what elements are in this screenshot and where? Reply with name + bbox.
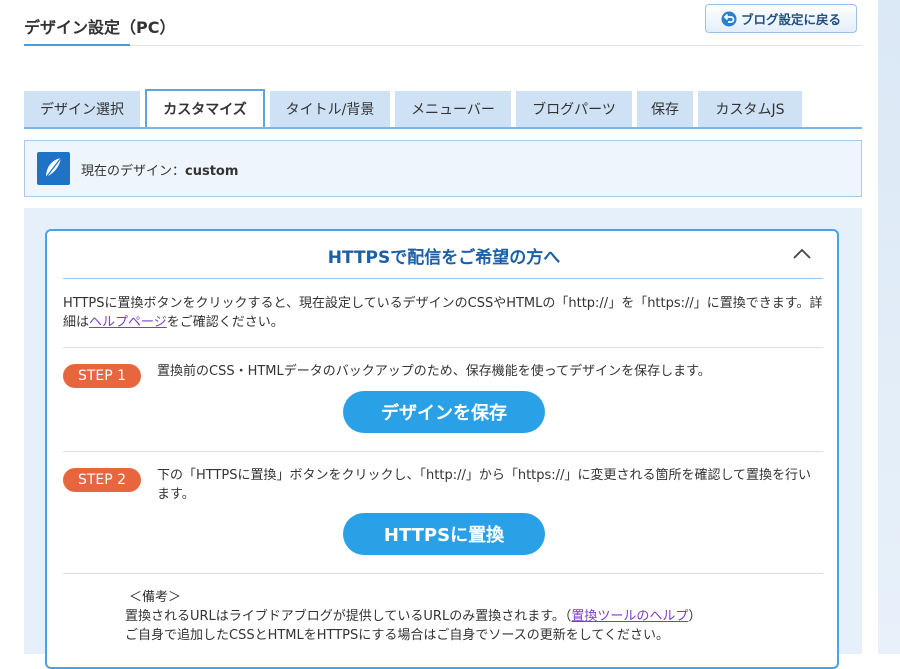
tab-save[interactable]: 保存 — [637, 91, 693, 127]
intro-part2: をご確認ください。 — [166, 315, 284, 330]
note-divider — [63, 573, 823, 574]
page-title: デザイン設定（PC） — [24, 18, 176, 37]
https-card: HTTPSで配信をご希望の方へ HTTPSに置換ボタンをクリックすると、現在設定… — [45, 229, 839, 669]
https-intro-text: HTTPSに置換ボタンをクリックすると、現在設定しているデザインのCSSやHTM… — [63, 294, 823, 332]
tab-menubar[interactable]: メニューバー — [395, 91, 511, 127]
tab-design-select[interactable]: デザイン選択 — [24, 91, 140, 127]
back-button-label: ブログ設定に戻る — [740, 12, 841, 27]
title-accent-line — [24, 44, 130, 46]
collapse-chevron-icon[interactable] — [791, 245, 813, 263]
tab-blog-parts[interactable]: ブログパーツ — [516, 91, 632, 127]
current-design-label: 現在のデザイン： — [81, 164, 186, 179]
note-line1-end: ） — [688, 609, 702, 624]
note-line-1: 置換されるURLはライブドアブログが提供しているURLのみ置換されます。（置換ツ… — [125, 605, 701, 624]
current-design-text: 現在のデザイン：custom — [81, 160, 238, 179]
tab-custom-js[interactable]: カスタムJS — [698, 91, 802, 127]
current-design-value: custom — [185, 164, 239, 179]
back-to-blog-settings-button[interactable]: ブログ設定に戻る — [705, 4, 857, 33]
note-heading: ＜備考＞ — [129, 590, 182, 605]
replace-https-button[interactable]: HTTPSに置換 — [343, 513, 545, 555]
note-line1-text: 置換されるURLはライブドアブログが提供しているURLのみ置換されます。（ — [125, 609, 572, 624]
save-design-button[interactable]: デザインを保存 — [343, 391, 545, 433]
card-title-divider — [63, 278, 823, 279]
current-design-box: 現在のデザイン：custom — [24, 140, 862, 197]
step1-text: 置換前のCSS・HTMLデータのバックアップのため、保存機能を使ってデザインを保… — [157, 364, 711, 379]
right-edge-strip — [878, 0, 900, 654]
tab-customize[interactable]: カスタマイズ — [145, 89, 265, 127]
help-page-link[interactable]: ヘルプページ — [89, 315, 167, 330]
return-arrow-icon — [721, 11, 737, 26]
replace-tool-help-link[interactable]: 置換ツールのヘルプ — [571, 609, 688, 624]
title-divider — [24, 45, 862, 46]
step2-divider — [63, 451, 823, 452]
note-line-2: ご自身で追加したCSSとHTMLをHTTPSにする場合はご自身でソースの更新をし… — [125, 628, 669, 643]
https-card-title: HTTPSで配信をご希望の方へ — [327, 248, 561, 268]
tab-title-background[interactable]: タイトル/背景 — [270, 91, 390, 127]
feather-icon — [37, 152, 70, 185]
step2-badge: STEP 2 — [63, 468, 141, 492]
tabs-baseline — [24, 127, 862, 129]
step1-divider — [63, 347, 823, 348]
step2-text: 下の「HTTPSに置換」ボタンをクリックし、「http://」から「https:… — [157, 468, 812, 502]
step1-badge: STEP 1 — [63, 364, 141, 388]
